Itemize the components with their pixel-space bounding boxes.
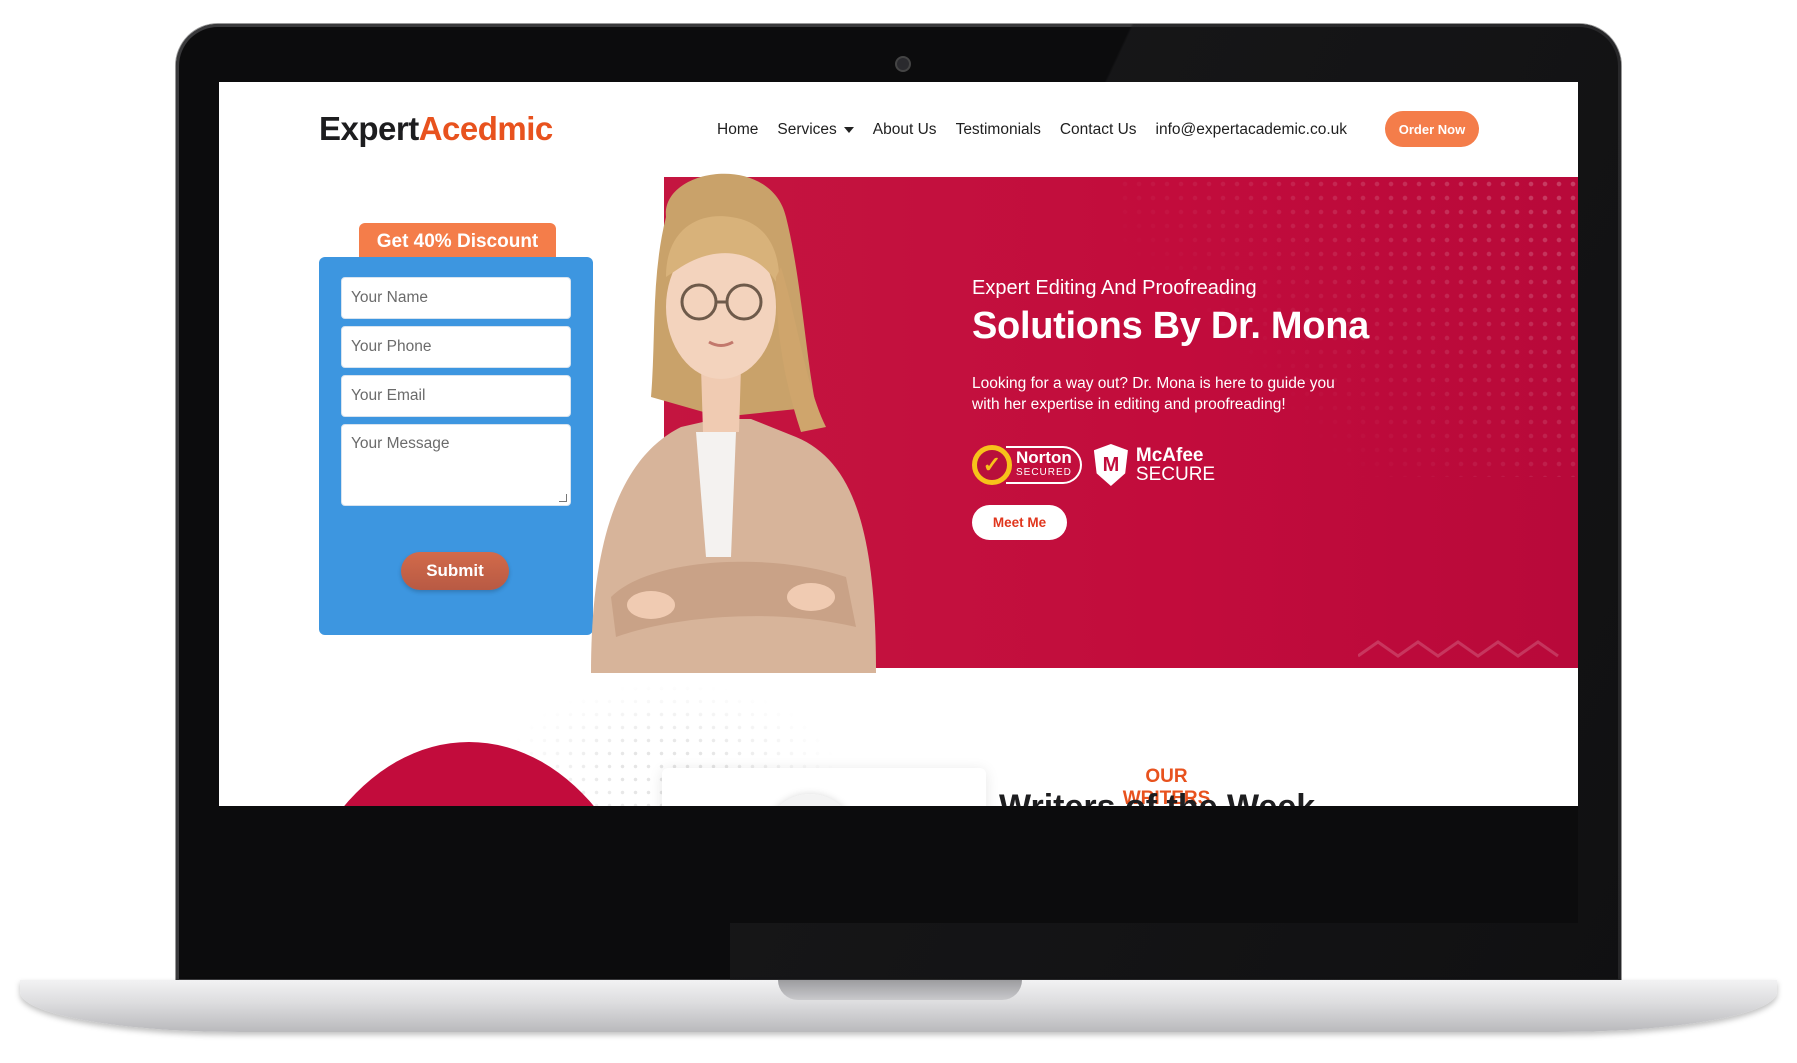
laptop-notch [778,980,1022,1000]
name-field[interactable]: Your Name [341,277,571,319]
message-placeholder: Your Message [351,435,450,452]
norton-name: Norton [1016,448,1072,467]
nav-item-contact[interactable]: Contact Us [1060,121,1137,139]
hero-title: Solutions By Dr. Mona [972,305,1369,347]
hero-subtitle: Expert Editing And Proofreading [972,277,1257,299]
main-nav: Home Services About Us Testimonials Cont… [717,121,1366,139]
nav-email-link[interactable]: info@expertacademic.co.uk [1156,121,1348,139]
screen-bezel-bottom [219,806,1578,923]
norton-badge: ✓ Norton SECURED [972,442,1082,488]
logo-part-2: Acedmic [418,110,554,147]
nav-item-services[interactable]: Services [777,121,854,139]
dr-mona-photo [591,173,876,673]
mcafee-badge: M McAfee SECURE [1093,444,1215,486]
mcafee-name: McAfee [1135,445,1204,466]
nav-item-home[interactable]: Home [717,121,758,139]
mcafee-sub: SECURE [1135,464,1216,485]
email-field[interactable]: Your Email [341,375,571,417]
meet-me-button[interactable]: Meet Me [972,505,1067,540]
nav-item-services-label: Services [777,121,837,138]
hero-description: Looking for a way out? Dr. Mona is here … [972,375,1335,413]
message-field[interactable]: Your Message [341,424,571,506]
logo-part-1: Expert [319,110,419,147]
shield-icon: M [1093,444,1128,486]
security-badges: ✓ Norton SECURED M McAfee SECURE [972,442,1215,488]
nav-item-about[interactable]: About Us [873,121,937,139]
discount-tab: Get 40% Discount [359,223,556,261]
zigzag-decoration [1358,640,1559,658]
resize-handle-icon[interactable] [559,494,567,502]
norton-label: Norton SECURED [1006,446,1082,484]
camera-icon [895,56,911,72]
order-now-button[interactable]: Order Now [1385,111,1479,147]
submit-button[interactable]: Submit [401,552,509,590]
mcafee-label: McAfee SECURE [1136,446,1215,484]
discount-form: Your Name Your Phone Your Email Your Mes… [319,257,593,635]
site-logo[interactable]: ExpertAcedmic [319,110,553,148]
chevron-down-icon [843,126,854,133]
nav-item-testimonials[interactable]: Testimonials [956,121,1041,139]
norton-sub: SECURED [1016,467,1072,478]
phone-field[interactable]: Your Phone [341,326,571,368]
laptop-screen: ExpertAcedmic Home Services About Us Tes… [219,82,1578,923]
